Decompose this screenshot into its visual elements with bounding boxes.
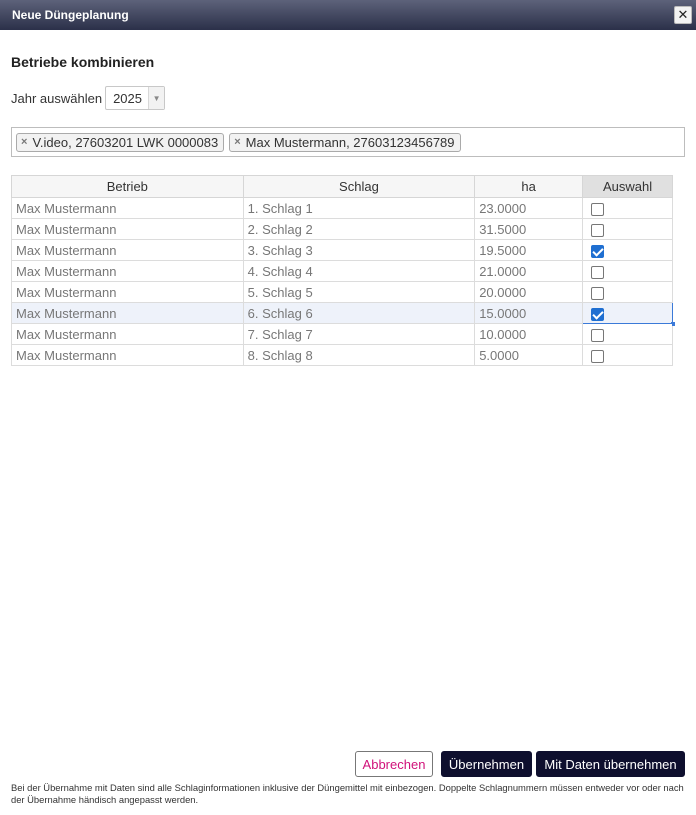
remove-tag-icon[interactable]: × — [234, 136, 240, 148]
column-header-ha[interactable]: ha — [474, 175, 584, 198]
cell-ha: 21.0000 — [474, 260, 584, 282]
cell-ha: 19.5000 — [474, 239, 584, 261]
select-checkbox[interactable] — [591, 286, 605, 300]
cell-auswahl[interactable] — [582, 323, 673, 345]
column-header-schlag[interactable]: Schlag — [242, 175, 476, 198]
cell-betrieb: Max Mustermann — [11, 323, 244, 345]
cell-schlag: 6. Schlag 6 — [242, 302, 476, 324]
cell-schlag: 3. Schlag 3 — [242, 239, 476, 261]
farm-tag-label: Max Mustermann, 27603123456789 — [245, 134, 455, 150]
cell-schlag: 5. Schlag 5 — [242, 281, 476, 303]
cell-betrieb: Max Mustermann — [11, 344, 244, 366]
cell-ha: 10.0000 — [474, 323, 584, 345]
select-checkbox[interactable] — [591, 244, 605, 258]
cell-auswahl[interactable] — [582, 197, 673, 219]
cell-auswahl[interactable] — [582, 302, 675, 326]
chevron-down-icon[interactable]: ▼ — [148, 87, 165, 109]
table-row[interactable]: Max Mustermann 1. Schlag 1 23.0000 — [11, 197, 673, 219]
table-row[interactable]: Max Mustermann 2. Schlag 2 31.5000 — [11, 218, 673, 240]
cell-auswahl[interactable] — [582, 260, 673, 282]
year-label: Jahr auswählen — [11, 90, 103, 106]
select-checkbox[interactable] — [591, 349, 605, 363]
cell-ha: 20.0000 — [474, 281, 584, 303]
farm-tag: × Max Mustermann, 27603123456789 — [229, 132, 461, 152]
table-row[interactable]: Max Mustermann 5. Schlag 5 20.0000 — [11, 281, 673, 303]
cell-auswahl[interactable] — [582, 239, 673, 261]
cell-auswahl[interactable] — [582, 281, 673, 303]
field-table: Betrieb Schlag ha Auswahl Max Mustermann… — [11, 175, 675, 366]
cell-betrieb: Max Mustermann — [11, 197, 244, 219]
table-row[interactable]: Max Mustermann 6. Schlag 6 15.0000 — [11, 302, 675, 326]
year-row: Jahr auswählen 2025 ▼ — [11, 86, 166, 110]
dialog-title: Neue Düngeplanung — [12, 8, 129, 22]
apply-with-data-button[interactable]: Mit Daten übernehmen — [536, 751, 685, 777]
cell-betrieb: Max Mustermann — [11, 302, 244, 324]
cell-schlag: 1. Schlag 1 — [242, 197, 476, 219]
farm-tag: × V.ideo, 27603201 LWK 0000083 — [16, 132, 225, 152]
select-checkbox[interactable] — [591, 202, 605, 216]
cell-schlag: 2. Schlag 2 — [242, 218, 476, 240]
apply-button[interactable]: Übernehmen — [441, 751, 532, 777]
cell-ha: 23.0000 — [474, 197, 584, 219]
cell-ha: 31.5000 — [474, 218, 584, 240]
info-note: Bei der Übernahme mit Daten sind alle Sc… — [11, 782, 684, 805]
section-heading: Betriebe kombinieren — [11, 54, 155, 70]
cell-schlag: 8. Schlag 8 — [242, 344, 476, 366]
year-value: 2025 — [113, 90, 142, 106]
close-icon[interactable]: ✕ — [674, 6, 692, 24]
select-checkbox[interactable] — [591, 307, 605, 321]
cell-ha: 15.0000 — [474, 302, 584, 324]
farm-tag-label: V.ideo, 27603201 LWK 0000083 — [32, 134, 219, 150]
table-row[interactable]: Max Mustermann 4. Schlag 4 21.0000 — [11, 260, 673, 282]
table-row[interactable]: Max Mustermann 3. Schlag 3 19.5000 — [11, 239, 673, 261]
table-row[interactable]: Max Mustermann 8. Schlag 8 5.0000 — [11, 344, 673, 366]
table-header-row: Betrieb Schlag ha Auswahl — [11, 175, 673, 198]
cell-betrieb: Max Mustermann — [11, 218, 244, 240]
cell-betrieb: Max Mustermann — [11, 281, 244, 303]
select-checkbox[interactable] — [591, 265, 605, 279]
select-checkbox[interactable] — [591, 328, 605, 342]
cell-auswahl[interactable] — [582, 344, 673, 366]
cell-schlag: 7. Schlag 7 — [242, 323, 476, 345]
column-header-betrieb[interactable]: Betrieb — [11, 175, 244, 198]
cell-betrieb: Max Mustermann — [11, 239, 244, 261]
remove-tag-icon[interactable]: × — [21, 136, 27, 148]
farm-tag-input[interactable]: × V.ideo, 27603201 LWK 0000083 × Max Mus… — [11, 127, 685, 157]
table-row[interactable]: Max Mustermann 7. Schlag 7 10.0000 — [11, 323, 673, 345]
cell-schlag: 4. Schlag 4 — [242, 260, 476, 282]
select-checkbox[interactable] — [591, 223, 605, 237]
dialog-titlebar: Neue Düngeplanung ✕ — [0, 0, 696, 30]
cell-betrieb: Max Mustermann — [11, 260, 244, 282]
cancel-button[interactable]: Abbrechen — [355, 751, 433, 777]
column-header-auswahl[interactable]: Auswahl — [582, 175, 673, 198]
year-select[interactable]: 2025 ▼ — [105, 86, 166, 110]
cell-auswahl[interactable] — [582, 218, 673, 240]
cell-ha: 5.0000 — [474, 344, 584, 366]
